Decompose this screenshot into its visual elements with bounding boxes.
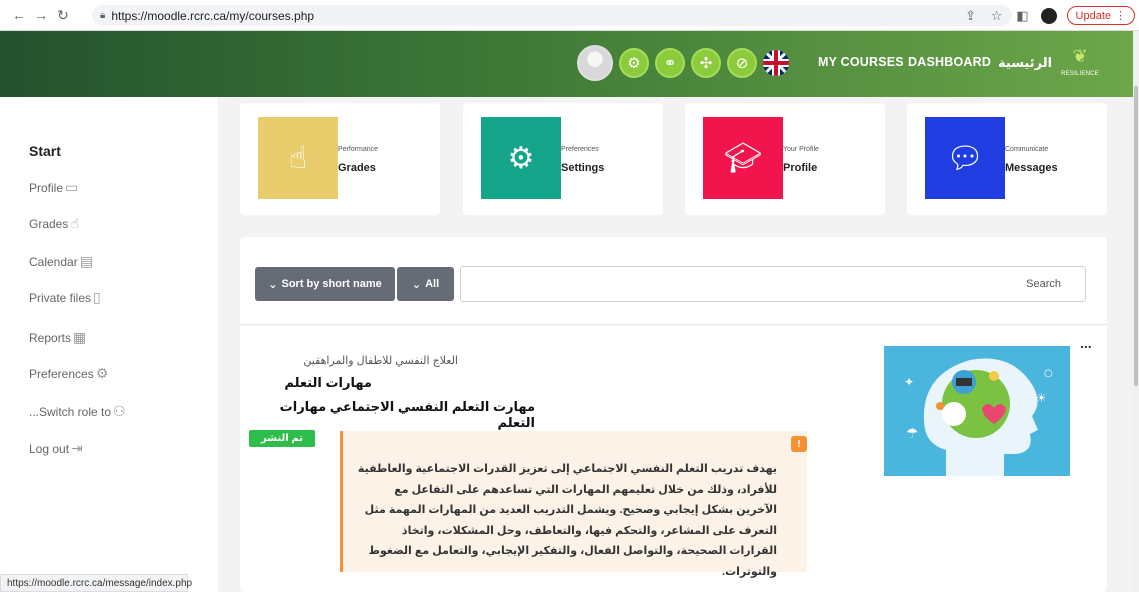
puzzle-icon[interactable]: ✣ bbox=[691, 48, 721, 78]
gear-icon: ⚙ bbox=[95, 365, 109, 381]
tile-grades[interactable]: ☝ Performance Grades bbox=[240, 103, 440, 215]
reload-icon[interactable]: ↻ bbox=[52, 4, 74, 26]
sidebar-item-label: Grades bbox=[29, 216, 69, 231]
chat-icon: 💬︎ bbox=[925, 117, 1005, 199]
sidebar-item-label: Log out bbox=[29, 441, 70, 456]
sidebar: Start Profile ▭ Grades ☝ Calendar ▤ Private… bbox=[0, 97, 218, 592]
tile-title: Messages bbox=[1005, 162, 1058, 174]
search-input[interactable]: Search bbox=[460, 266, 1086, 302]
sidebar-start[interactable]: Start bbox=[29, 143, 61, 159]
info-warning-icon: ! bbox=[791, 436, 807, 452]
sidebar-item-label: Reports bbox=[29, 330, 72, 345]
back-arrow-icon[interactable]: ← bbox=[8, 4, 30, 26]
course-category: العلاج النفسي للاطفال والمراهقين bbox=[303, 355, 458, 367]
nav-dashboard[interactable]: DASHBOARD bbox=[908, 55, 991, 69]
kebab-icon: ⋮ bbox=[1115, 10, 1126, 22]
filter-label: All bbox=[425, 278, 440, 290]
scrollbar-thumb[interactable] bbox=[1134, 86, 1138, 386]
svg-text:☀: ☀ bbox=[1036, 391, 1047, 405]
tile-subtitle: Communicate bbox=[1005, 146, 1049, 153]
lock-icon: 🔒︎ bbox=[100, 10, 106, 21]
sort-button[interactable]: ⌄ Sort by short name bbox=[255, 267, 395, 301]
tile-settings[interactable]: ⚙ Preferences Settings bbox=[463, 103, 663, 215]
svg-text:☂: ☂ bbox=[906, 426, 919, 442]
header-icons: ⚙ ⚭ ✣ ⊘ bbox=[577, 45, 789, 81]
gear-icon: ⚙ bbox=[481, 117, 561, 199]
course-summary-text: يهدف تدريب التعلم النفسي الاجتماعي إلى ت… bbox=[357, 463, 777, 578]
logo-text: RESILIENCE bbox=[1061, 71, 1099, 77]
head-illustration-icon: ✦ ○ ☂ ☀ bbox=[884, 346, 1070, 476]
reports-icon: ▦ bbox=[73, 329, 87, 345]
sidebar-item-preferences[interactable]: Preferences ⚙ bbox=[29, 365, 108, 382]
settings-icon[interactable]: ⚙ bbox=[619, 48, 649, 78]
sidebar-item-private-files[interactable]: Private files ▯ bbox=[29, 289, 101, 306]
tile-subtitle: Your Profile bbox=[783, 146, 819, 153]
sidebar-item-label: Preferences bbox=[29, 366, 94, 381]
sidebar-item-profile[interactable]: Profile ▭ bbox=[29, 179, 78, 196]
filter-button[interactable]: ⌄ All bbox=[397, 267, 454, 301]
tile-profile[interactable]: 🎓︎ Your Profile Profile bbox=[685, 103, 885, 215]
id-card-icon: ▭ bbox=[65, 179, 79, 195]
forward-arrow-icon[interactable]: → bbox=[30, 4, 52, 26]
sidepanel-icon[interactable]: ◧ bbox=[1015, 8, 1031, 24]
file-icon: ▯ bbox=[93, 289, 101, 305]
sidebar-item-calendar[interactable]: Calendar ▤ bbox=[29, 253, 93, 270]
tile-subtitle: Preferences bbox=[561, 146, 599, 153]
sidebar-item-label: Private files bbox=[29, 290, 92, 305]
svg-text:○: ○ bbox=[1044, 368, 1053, 379]
course-short-name[interactable]: مهارات التعلم bbox=[240, 375, 372, 391]
tile-messages[interactable]: 💬︎ Communicate Messages bbox=[907, 103, 1107, 215]
sidebar-item-label: ...Switch role to bbox=[29, 404, 112, 419]
tile-title: Settings bbox=[561, 162, 605, 174]
address-bar[interactable]: 🔒︎ https://moodle.rcrc.ca/my/courses.php bbox=[92, 5, 1012, 26]
status-badge: تم النشر bbox=[249, 430, 315, 447]
site-header: ⚙ ⚭ ✣ ⊘ MY COURSES DASHBOARD الرئيسية ❦ … bbox=[0, 31, 1133, 97]
chevron-down-icon: ⌄ bbox=[411, 278, 422, 291]
url-text: https://moodle.rcrc.ca/my/courses.php bbox=[111, 8, 315, 23]
tile-title: Grades bbox=[338, 162, 376, 174]
course-full-name[interactable]: مهارت التعلم النفسي الاجتماعي مهارات الت… bbox=[240, 399, 535, 431]
chevron-down-icon: ⌄ bbox=[268, 278, 278, 291]
search-placeholder: Search bbox=[1026, 278, 1061, 290]
svg-text:✦: ✦ bbox=[904, 375, 914, 389]
sidebar-item-logout[interactable]: Log out ⇥ bbox=[29, 440, 83, 457]
sort-label: Sort by short name bbox=[281, 278, 382, 290]
uk-flag-icon[interactable] bbox=[763, 50, 789, 76]
share-icon[interactable]: ⇪ bbox=[963, 8, 979, 24]
more-options-icon[interactable]: ... bbox=[1080, 335, 1092, 351]
avatar[interactable] bbox=[577, 45, 613, 81]
logout-icon: ⇥ bbox=[71, 440, 83, 456]
star-icon[interactable]: ☆ bbox=[989, 8, 1005, 24]
sidebar-item-switch-role[interactable]: ...Switch role to ⚇ bbox=[29, 403, 126, 420]
sidebar-item-label: Calendar bbox=[29, 254, 78, 269]
browser-actions: ⇪ ☆ ◧ Update ⋮ bbox=[963, 4, 1135, 27]
sidebar-item-grades[interactable]: Grades ☝ bbox=[29, 215, 79, 232]
browser-toolbar: ← → ↻ 🔒︎ https://moodle.rcrc.ca/my/cours… bbox=[0, 0, 1139, 31]
browser-profile-icon[interactable] bbox=[1040, 7, 1057, 24]
calendar-icon: ▤ bbox=[79, 253, 93, 269]
site-logo[interactable]: ❦ RESILIENCE bbox=[1058, 47, 1102, 87]
tile-title: Profile bbox=[783, 162, 818, 174]
nav-my-courses[interactable]: MY COURSES bbox=[818, 55, 904, 69]
update-button[interactable]: Update ⋮ bbox=[1066, 6, 1135, 25]
eye-slash-icon[interactable]: ⊘ bbox=[727, 48, 757, 78]
course-image[interactable]: ✦ ○ ☂ ☀ bbox=[884, 346, 1070, 476]
sidebar-item-reports[interactable]: Reports ▦ bbox=[29, 329, 86, 346]
grades-icon: ☝ bbox=[70, 215, 79, 231]
sidebar-item-label: Profile bbox=[29, 180, 64, 195]
link-icon[interactable]: ⚭ bbox=[655, 48, 685, 78]
leaf-logo-icon: ❦ bbox=[1072, 46, 1088, 66]
users-icon: ⚇ bbox=[113, 403, 126, 419]
tile-subtitle: Performance bbox=[338, 146, 379, 153]
status-url: https://moodle.rcrc.ca/message/index.php bbox=[0, 574, 192, 592]
update-label: Update bbox=[1075, 9, 1111, 22]
graduation-cap-icon: 🎓︎ bbox=[703, 117, 783, 199]
grades-icon: ☝ bbox=[258, 117, 338, 199]
divider bbox=[240, 324, 1107, 325]
nav-home[interactable]: الرئيسية bbox=[998, 55, 1052, 71]
course-summary: ! يهدف تدريب التعلم النفسي الاجتماعي إلى… bbox=[340, 431, 807, 578]
